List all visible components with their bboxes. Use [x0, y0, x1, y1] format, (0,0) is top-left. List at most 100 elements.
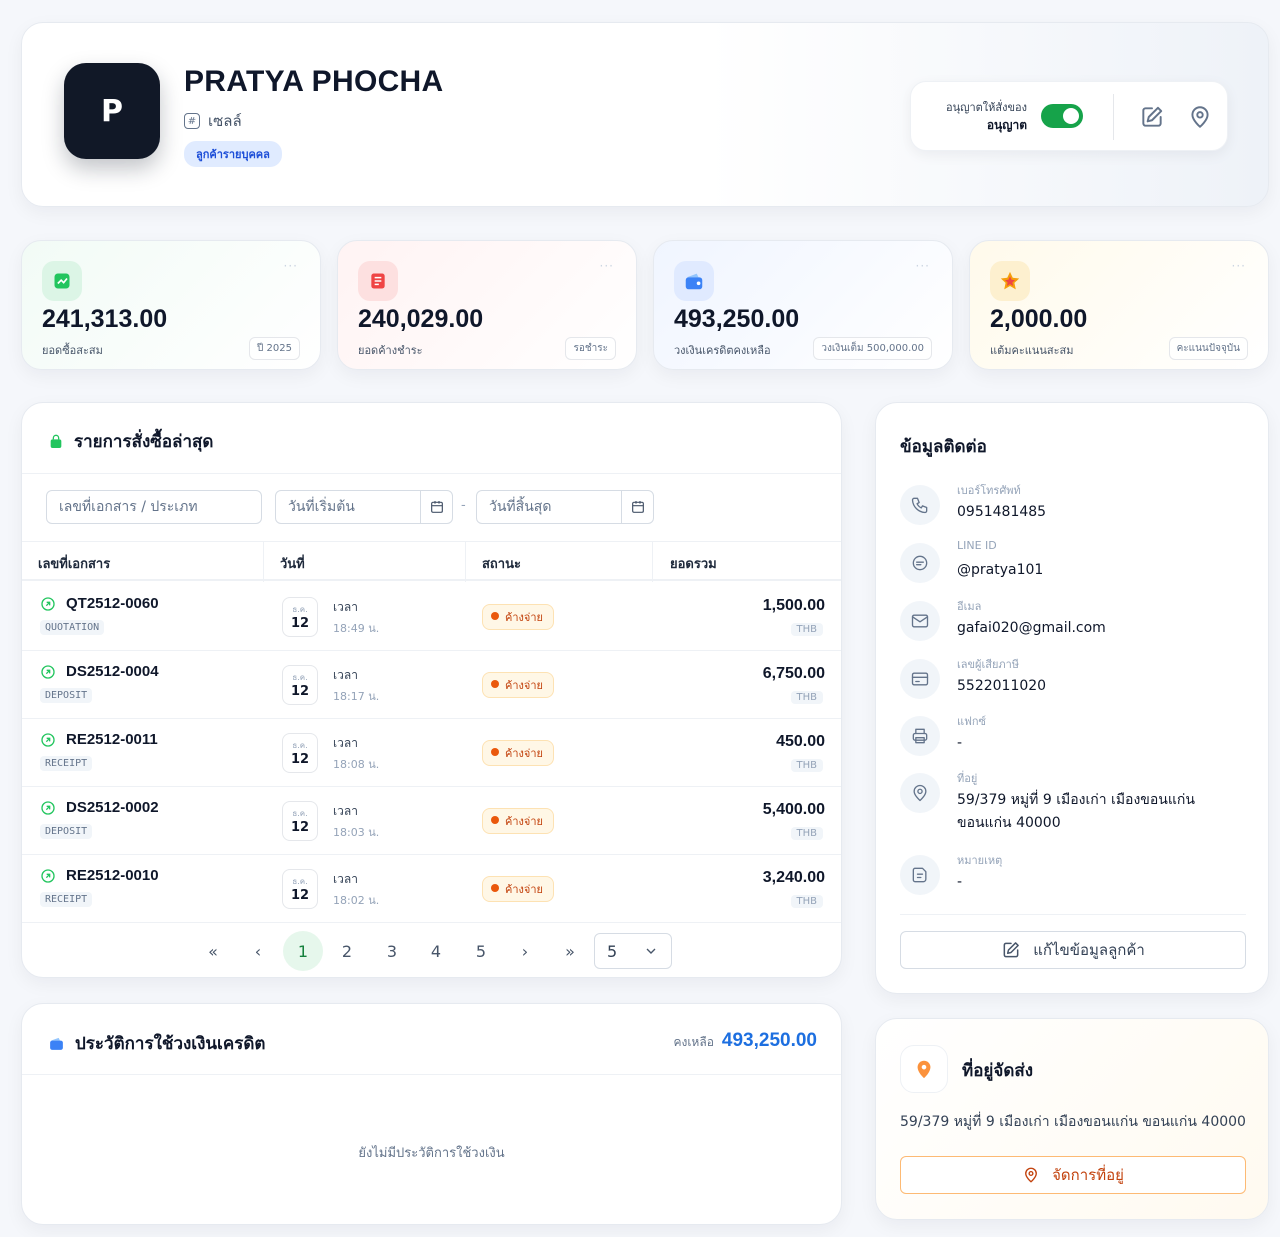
currency: THB: [790, 895, 823, 908]
page-button[interactable]: 1: [283, 931, 323, 971]
stat-value: 2,000.00: [990, 305, 1088, 333]
last-page-button[interactable]: »: [550, 931, 590, 971]
stat-card-total-purchase: ··· 241,313.00 ยอดซื้อสะสม ปี 2025: [21, 240, 321, 370]
stat-tag: วงเงินเต็ม 500,000.00: [813, 337, 932, 360]
page-button[interactable]: 2: [327, 931, 367, 971]
column-header[interactable]: ยอดรวม: [670, 553, 717, 574]
location-pin-icon[interactable]: [1187, 104, 1213, 130]
divider: [263, 542, 264, 582]
date-month: ธ.ค.: [292, 605, 308, 614]
amount: 6,750.00: [762, 665, 825, 682]
amount: 3,240.00: [762, 869, 825, 886]
status-badge: ค้างจ่าย: [482, 876, 554, 902]
stat-tag: รอชำระ: [565, 337, 616, 360]
time-label: เวลา: [333, 600, 358, 614]
more-icon[interactable]: ···: [1232, 259, 1246, 273]
time-label: เวลา: [333, 804, 358, 818]
next-page-button[interactable]: ›: [505, 931, 545, 971]
stat-label: ยอดซื้อสะสม: [42, 344, 103, 357]
divider: [22, 473, 841, 474]
credit-history-card: ประวัติการใช้วงเงินเครดิต คงเหลือ 493,25…: [21, 1003, 842, 1225]
table-row[interactable]: QT2512-0060 QUOTATION ธ.ค. 12 เวลา 18:49…: [22, 583, 841, 651]
credit-remaining-label: คงเหลือ: [673, 1035, 714, 1049]
customer-name: PRATYA PHOCHA: [184, 65, 444, 98]
edit-icon[interactable]: [1139, 104, 1165, 130]
contact-label: อีเมล: [957, 600, 982, 613]
credit-history-title: ประวัติการใช้วงเงินเครดิต: [48, 1030, 265, 1057]
more-icon[interactable]: ···: [600, 259, 614, 273]
shipping-address: 59/379 หมู่ที่ 9 เมืองเก่า เมืองขอนแก่น …: [900, 1114, 1246, 1130]
page-size-value: 5: [607, 941, 618, 961]
time-value: 18:03 น.: [333, 826, 380, 839]
table-row[interactable]: DS2512-0002 DEPOSIT ธ.ค. 12 เวลา 18:03 น…: [22, 787, 841, 855]
map-pin-icon: [900, 1045, 948, 1093]
column-header[interactable]: เลขที่เอกสาร: [38, 553, 110, 574]
divider: [652, 542, 653, 582]
table-row[interactable]: DS2512-0004 DEPOSIT ธ.ค. 12 เวลา 18:17 น…: [22, 651, 841, 719]
column-header[interactable]: สถานะ: [482, 553, 521, 574]
table-row[interactable]: RE2512-0010 RECEIPT ธ.ค. 12 เวลา 18:02 น…: [22, 855, 841, 923]
date-separator: -: [461, 498, 466, 513]
contact-label: หมายเหตุ: [957, 854, 1003, 867]
date-day: 12: [290, 752, 310, 767]
time-label: เวลา: [333, 668, 358, 682]
date-month: ธ.ค.: [292, 673, 308, 682]
contact-label: LINE ID: [957, 539, 997, 552]
trending-up-icon: [42, 261, 82, 301]
empty-message: ยังไม่มีประวัติการใช้วงเงิน: [358, 1146, 505, 1161]
contact-value: -: [957, 874, 963, 890]
document-number[interactable]: RE2512-0010: [66, 867, 159, 884]
calendar-icon[interactable]: [420, 491, 452, 523]
document-number[interactable]: QT2512-0060: [66, 595, 159, 612]
page-button[interactable]: 5: [461, 931, 501, 971]
document-number[interactable]: DS2512-0002: [66, 799, 159, 816]
status-badge: ค้างจ่าย: [482, 740, 554, 766]
shipping-address-card: ที่อยู่จัดส่ง 59/379 หมู่ที่ 9 เมืองเก่า…: [875, 1018, 1269, 1220]
stat-tag: คะแนนปัจจุบัน: [1168, 337, 1248, 360]
invoice-icon: [358, 261, 398, 301]
more-icon[interactable]: ···: [916, 259, 930, 273]
phone-icon: [900, 485, 940, 525]
time-value: 18:49 น.: [333, 622, 380, 635]
end-date-input[interactable]: วันที่สิ้นสุด: [476, 490, 654, 524]
contact-value: @pratya101: [957, 562, 1044, 578]
document-number[interactable]: DS2512-0004: [66, 663, 159, 680]
wallet-icon: [50, 1037, 63, 1050]
more-icon[interactable]: ···: [284, 259, 298, 273]
stat-tag: ปี 2025: [249, 337, 300, 360]
first-page-button[interactable]: «: [193, 931, 233, 971]
manage-address-button[interactable]: จัดการที่อยู่: [900, 1156, 1246, 1194]
permission-toggle[interactable]: [1041, 104, 1083, 128]
note-icon: [900, 855, 940, 895]
credit-remaining-value: 493,250.00: [721, 1030, 817, 1051]
search-input[interactable]: เลขที่เอกสาร / ประเภท: [46, 490, 262, 524]
stat-card-outstanding: ··· 240,029.00 ยอดค้างชำระ รอชำระ: [337, 240, 637, 370]
customer-type-badge: ลูกค้ารายบุคคล: [184, 141, 282, 167]
hash-icon: #: [184, 113, 200, 129]
currency: THB: [790, 691, 823, 704]
table-row[interactable]: RE2512-0011 RECEIPT ธ.ค. 12 เวลา 18:08 น…: [22, 719, 841, 787]
divider: [22, 1074, 841, 1075]
chat-icon: [900, 543, 940, 583]
prev-page-button[interactable]: ‹: [238, 931, 278, 971]
shopping-bag-icon: [50, 434, 62, 448]
date-day: 12: [290, 820, 310, 835]
contact-label: ที่อยู่: [957, 772, 978, 785]
currency: THB: [790, 827, 823, 840]
edit-customer-button[interactable]: แก้ไขข้อมูลลูกค้า: [900, 931, 1246, 969]
page-size-select[interactable]: 5: [594, 933, 672, 969]
end-date-placeholder: วันที่สิ้นสุด: [489, 499, 552, 515]
contact-title: ข้อมูลติดต่อ: [900, 437, 987, 457]
document-number[interactable]: RE2512-0011: [66, 731, 158, 748]
page-button[interactable]: 4: [416, 931, 456, 971]
status-badge: ค้างจ่าย: [482, 604, 554, 630]
edit-icon: [1003, 942, 1020, 958]
calendar-icon[interactable]: [621, 491, 653, 523]
currency: THB: [790, 623, 823, 636]
column-header[interactable]: วันที่: [280, 553, 305, 574]
page-button[interactable]: 3: [372, 931, 412, 971]
avatar: P: [64, 63, 160, 159]
start-date-input[interactable]: วันที่เริ่มต้น: [275, 490, 453, 524]
recent-orders-title: รายการสั่งซื้อล่าสุด: [48, 428, 213, 455]
contact-label: เบอร์โทรศัพท์: [957, 484, 1021, 497]
